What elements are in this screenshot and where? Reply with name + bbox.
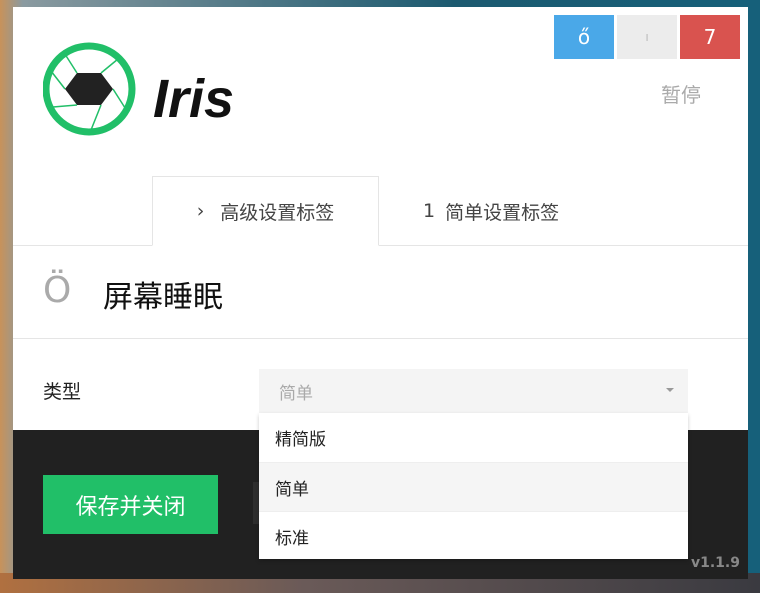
section-header: Ö 屏幕睡眠	[13, 246, 748, 339]
iris-window: Iris ő ı 7 暂停 › 高级设置标签 1 简单设置标签 Ö 屏幕睡眠 类…	[13, 7, 748, 579]
option-standard[interactable]: 标准	[259, 511, 688, 560]
minimize-button[interactable]: ő	[554, 15, 614, 59]
iris-logo: Iris	[42, 37, 263, 151]
type-select-value: 简单	[279, 384, 313, 404]
type-dropdown-list: 精简版 简单 标准	[259, 413, 688, 559]
simple-icon: 1	[423, 200, 436, 222]
option-lite[interactable]: 精简版	[259, 413, 688, 462]
tab-label: 简单设置标签	[445, 201, 560, 224]
type-label: 类型	[43, 381, 82, 403]
svg-text:Iris: Iris	[153, 69, 234, 129]
option-simple[interactable]: 简单	[259, 462, 688, 511]
close-button[interactable]: 7	[680, 15, 740, 59]
tab-simple-settings[interactable]: 1 简单设置标签	[423, 176, 559, 246]
tab-advanced-settings[interactable]: › 高级设置标签	[152, 176, 379, 246]
version-label: v1.1.9	[691, 555, 740, 571]
section-title: 屏幕睡眠	[103, 280, 223, 315]
maximize-button[interactable]: ı	[617, 15, 677, 59]
caret-down-icon	[666, 388, 674, 392]
screen-sleep-icon: Ö	[43, 270, 72, 311]
chevron-right-icon: ›	[196, 200, 205, 222]
pause-button[interactable]: 暂停	[661, 79, 701, 108]
save-and-close-button[interactable]: 保存并关闭	[43, 475, 218, 534]
settings-tabs: › 高级设置标签 1 简单设置标签	[13, 176, 748, 246]
type-select[interactable]: 简单	[259, 369, 688, 413]
tab-label: 高级设置标签	[220, 201, 335, 224]
